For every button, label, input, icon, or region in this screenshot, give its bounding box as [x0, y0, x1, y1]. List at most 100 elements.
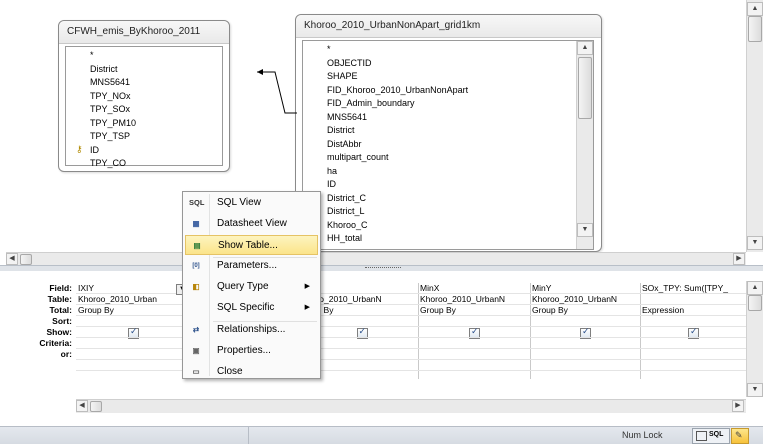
field-item[interactable]: District_C — [327, 192, 366, 204]
grid-cell-field[interactable]: IXIY — [78, 283, 188, 293]
sql-view-button[interactable]: SQL — [692, 428, 730, 444]
design-view-icon: ✎ — [735, 430, 743, 440]
scroll-thumb[interactable] — [20, 254, 32, 265]
scroll-thumb[interactable] — [90, 401, 102, 412]
field-list-scrollbar[interactable]: ▲ ▼ — [576, 41, 593, 249]
field-item[interactable]: TPY_TSP — [90, 130, 130, 142]
scroll-up-icon[interactable]: ▲ — [747, 281, 763, 295]
field-item[interactable]: FID_Khoroo_2010_UrbanNonApart — [327, 84, 468, 96]
scroll-thumb[interactable] — [748, 16, 762, 42]
grid-cell-table[interactable]: Khoroo_2010_UrbanN — [532, 294, 638, 304]
row-label: Table: — [47, 294, 72, 304]
design-view-button[interactable]: ✎ — [731, 428, 749, 444]
context-menu: SQL SQL View ▦ Datasheet View ▤ Show Table...… — [182, 191, 321, 379]
scroll-up-icon[interactable]: ▲ — [577, 41, 593, 55]
grid-cell-field[interactable]: SOx_TPY: Sum([TPY_ — [642, 283, 744, 293]
menu-item[interactable]: [0] Parameters... — [185, 256, 318, 276]
design-horizontal-scrollbar[interactable]: ◀ ▶ — [6, 252, 746, 266]
field-item[interactable]: TPY_NOx — [90, 90, 131, 102]
grid-cell-field[interactable]: MinX — [420, 283, 528, 293]
grid-cell-field[interactable]: MinY — [532, 283, 638, 293]
scroll-down-icon[interactable]: ▼ — [747, 383, 763, 397]
row-label: Show: — [46, 327, 73, 337]
field-item[interactable]: * — [90, 49, 94, 61]
menu-item[interactable]: SQL Specific ▶ — [185, 298, 318, 318]
table-title[interactable]: Khoroo_2010_UrbanNonApart_grid1km — [296, 15, 601, 38]
scroll-down-icon[interactable]: ▼ — [747, 236, 763, 250]
field-item[interactable]: DistAbbr — [327, 138, 362, 150]
field-item[interactable]: SHAPE — [327, 70, 358, 82]
field-item[interactable]: Khoroo_C — [327, 219, 368, 231]
menu-item[interactable]: ◧ Query Type ▶ — [185, 277, 318, 297]
close-icon: ▭ — [192, 367, 200, 376]
grid-cell-table[interactable]: Khoroo_2010_Urban — [78, 294, 188, 304]
menu-separator — [213, 321, 317, 322]
field-item[interactable]: HH_total — [327, 232, 362, 244]
status-left-segment — [0, 427, 249, 444]
scroll-thumb[interactable] — [748, 295, 762, 311]
scroll-left-icon[interactable]: ◀ — [76, 400, 88, 412]
menu-separator — [213, 257, 317, 258]
field-item[interactable]: ha — [327, 165, 337, 177]
field-item[interactable]: OBJECTID — [327, 57, 372, 69]
scroll-left-icon[interactable]: ◀ — [6, 253, 18, 265]
menu-item[interactable]: ▦ Datasheet View — [185, 214, 318, 234]
menu-item[interactable]: ▤ Show Table... — [185, 235, 318, 255]
field-item[interactable]: District — [90, 63, 118, 75]
field-item[interactable]: TPY_SOx — [90, 103, 130, 115]
table-box-cfwh-emis[interactable]: CFWH_emis_ByKhoroo_2011 * District MNS5641… — [58, 20, 230, 172]
relationships-icon: ⇄ — [192, 325, 200, 334]
field-item[interactable]: ID — [327, 178, 336, 190]
scroll-up-icon[interactable]: ▲ — [747, 2, 763, 16]
field-list[interactable]: * District MNS5641 TPY_NOx TPY_SOx TPY_PM10 TP… — [65, 46, 223, 169]
field-item[interactable]: MNS5641 — [327, 111, 367, 123]
field-item[interactable]: District — [327, 124, 355, 136]
query-type-icon: ◧ — [192, 282, 200, 291]
design-vertical-scrollbar[interactable]: ▲ ▼ — [746, 0, 763, 252]
grid-column[interactable]: SOx_TPY: Sum([TPY_ Expression — [640, 283, 747, 379]
grid-cell-total[interactable]: oup By — [307, 305, 416, 315]
scroll-right-icon[interactable]: ▶ — [733, 253, 745, 265]
scroll-thumb[interactable] — [578, 57, 592, 119]
field-item[interactable]: * — [327, 43, 331, 55]
status-bar: Num Lock SQL ✎ — [0, 426, 763, 444]
field-item[interactable]: MNS5641 — [90, 76, 130, 88]
grid-cell-table[interactable]: oroo_2010_UrbanN — [307, 294, 416, 304]
grid-column[interactable]: MinY Khoroo_2010_UrbanN Group By — [530, 283, 641, 379]
submenu-arrow-icon: ▶ — [304, 283, 310, 290]
menu-item-label: SQL Specific — [217, 302, 275, 313]
grid-cell-field[interactable]: w — [307, 283, 416, 293]
field-item[interactable]: ID — [90, 144, 99, 156]
sql-view-label: SQL — [709, 431, 724, 438]
row-labels: Field: Table: Total: Sort: Show: Criteria: or: — [0, 283, 72, 383]
menu-item-label: Parameters... — [217, 260, 278, 271]
grid-cell-total[interactable]: Expression — [642, 305, 744, 315]
field-item[interactable]: TPY_CO — [90, 157, 126, 169]
menu-item-label: Close — [217, 366, 243, 377]
scroll-right-icon[interactable]: ▶ — [732, 400, 744, 412]
grid-cell-table[interactable]: Khoroo_2010_UrbanN — [420, 294, 528, 304]
field-item[interactable]: District_L — [327, 205, 365, 217]
grid-column[interactable]: IXIY Khoroo_2010_Urban Group By — [76, 283, 191, 379]
datasheet-icon: ▦ — [192, 219, 200, 228]
field-item[interactable]: multipart_count — [327, 151, 389, 163]
field-item[interactable]: TPY_PM10 — [90, 117, 136, 129]
field-item[interactable]: FID_Admin_boundary — [327, 97, 415, 109]
scroll-down-icon[interactable]: ▼ — [577, 223, 593, 237]
grid-column[interactable]: MinX Khoroo_2010_UrbanN Group By — [418, 283, 531, 379]
menu-item[interactable]: ▣ Properties... — [185, 341, 318, 361]
table-title[interactable]: CFWH_emis_ByKhoroo_2011 — [59, 21, 229, 44]
grid-cell-total[interactable]: Group By — [532, 305, 638, 315]
grid-vertical-scrollbar[interactable]: ▲ ▼ — [746, 281, 763, 397]
grid-column[interactable]: woroo_2010_UrbanNoup By — [305, 283, 419, 379]
grid-cell-total[interactable]: Group By — [78, 305, 188, 315]
grid-horizontal-scrollbar[interactable]: ◀ ▶ — [76, 399, 746, 413]
row-label: Criteria: — [39, 338, 72, 348]
field-list[interactable]: * OBJECTID SHAPE FID_Khoroo_2010_UrbanNonAp… — [302, 40, 594, 250]
menu-item[interactable]: SQL SQL View — [185, 193, 318, 213]
table-box-khoroo-urban[interactable]: Khoroo_2010_UrbanNonApart_grid1km * OBJEC… — [295, 14, 602, 252]
grid-cell-total[interactable]: Group By — [420, 305, 528, 315]
menu-item[interactable]: ▭ Close — [185, 362, 318, 382]
menu-item[interactable]: ⇄ Relationships... — [185, 320, 318, 340]
row-label: Field: — [49, 283, 72, 293]
